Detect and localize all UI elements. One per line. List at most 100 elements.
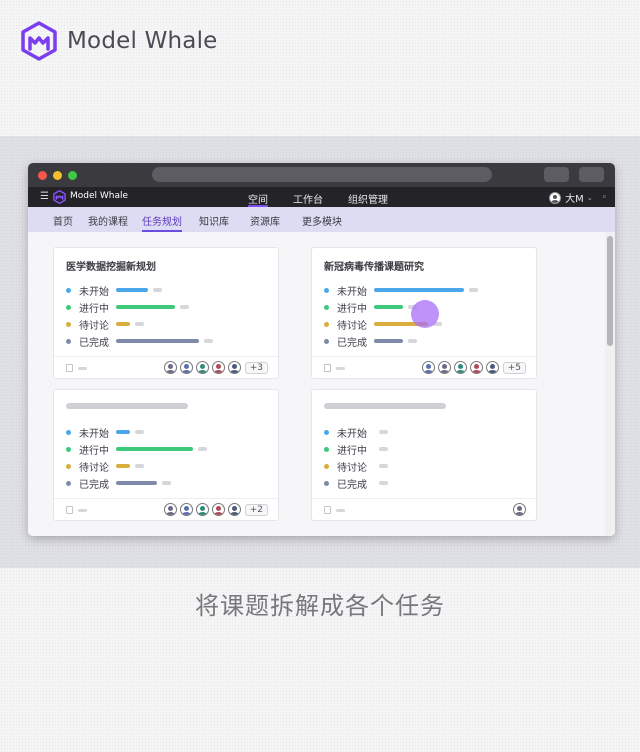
member-avatar bbox=[195, 361, 209, 374]
status-dot bbox=[66, 463, 71, 469]
member-avatar bbox=[469, 361, 483, 374]
status-label: 已完成 bbox=[79, 337, 109, 349]
tab-home[interactable]: 首页 bbox=[53, 213, 73, 232]
hamburger-icon[interactable]: ☰ bbox=[40, 191, 49, 202]
task-card[interactable]: 医学数据挖掘新规划 未开始 进行中 待讨论 已完成 +3 bbox=[53, 247, 279, 379]
status-row-not-started: 未开始 bbox=[66, 426, 144, 440]
top-nav-org-management[interactable]: 组织管理 bbox=[348, 187, 388, 207]
address-bar[interactable] bbox=[152, 167, 492, 182]
progress-bar bbox=[374, 288, 464, 292]
doc-count-placeholder bbox=[78, 509, 87, 512]
top-nav: 空间 工作台 组织管理 bbox=[248, 187, 413, 207]
status-label: 已完成 bbox=[337, 479, 367, 491]
status-dot bbox=[324, 338, 329, 344]
progress-bar bbox=[116, 339, 199, 343]
scrollbar-thumb[interactable] bbox=[607, 236, 613, 346]
status-dot bbox=[324, 463, 329, 469]
maximize-window-button[interactable] bbox=[68, 171, 77, 180]
count-placeholder bbox=[379, 430, 388, 434]
status-row-done: 已完成 bbox=[324, 477, 388, 491]
toolbar-button[interactable] bbox=[579, 167, 604, 182]
cursor-highlight bbox=[411, 300, 439, 328]
status-label: 进行中 bbox=[79, 303, 109, 315]
status-dot bbox=[66, 480, 71, 486]
minimize-window-button[interactable] bbox=[53, 171, 62, 180]
more-members-badge[interactable]: +5 bbox=[502, 361, 526, 374]
chevron-down-icon: ⌄ bbox=[586, 193, 593, 202]
status-dot bbox=[66, 304, 71, 310]
app-top-bar: ☰ Model Whale 空间 工作台 组织管理 大M ⌄ ◦ bbox=[28, 187, 615, 207]
count-placeholder bbox=[180, 305, 189, 309]
model-whale-logo-icon bbox=[21, 21, 57, 61]
status-dot bbox=[324, 287, 329, 293]
status-row-done: 已完成 bbox=[66, 335, 213, 349]
user-avatar bbox=[549, 191, 562, 204]
status-dot bbox=[66, 287, 71, 293]
member-avatars[interactable]: +2 bbox=[161, 503, 268, 516]
tab-my-courses[interactable]: 我的课程 bbox=[88, 213, 128, 232]
top-nav-workbench[interactable]: 工作台 bbox=[293, 187, 323, 207]
status-label: 已完成 bbox=[337, 337, 367, 349]
status-label: 进行中 bbox=[337, 303, 367, 315]
status-dot bbox=[324, 304, 329, 310]
member-avatar bbox=[179, 361, 193, 374]
progress-bar bbox=[374, 339, 403, 343]
member-avatars[interactable]: +5 bbox=[419, 361, 526, 374]
bell-icon[interactable]: ◦ bbox=[602, 193, 607, 203]
card-footer: +3 bbox=[54, 356, 278, 378]
browser-window: ☰ Model Whale 空间 工作台 组织管理 大M ⌄ ◦ 首页 我的课程… bbox=[28, 163, 615, 536]
status-dot bbox=[324, 446, 329, 452]
top-nav-space[interactable]: 空间 bbox=[248, 187, 268, 207]
member-avatars[interactable] bbox=[510, 503, 526, 516]
module-tabs: 首页 我的课程 任务规划 知识库 资源库 更多模块 bbox=[28, 207, 615, 232]
status-row-not-started: 未开始 bbox=[66, 284, 162, 298]
status-label: 待讨论 bbox=[79, 320, 109, 332]
document-icon bbox=[324, 364, 331, 372]
app-logo-icon bbox=[53, 190, 66, 204]
progress-bar bbox=[116, 464, 130, 468]
document-icon bbox=[66, 506, 73, 514]
card-footer: +5 bbox=[312, 356, 536, 378]
progress-bar bbox=[116, 288, 148, 292]
user-menu[interactable]: 大M ⌄ ◦ bbox=[549, 190, 607, 205]
status-dot bbox=[324, 429, 329, 435]
member-avatars[interactable]: +3 bbox=[161, 361, 268, 374]
count-placeholder bbox=[198, 447, 207, 451]
status-label: 未开始 bbox=[337, 286, 367, 298]
vertical-scrollbar[interactable] bbox=[605, 232, 615, 536]
card-title-placeholder bbox=[324, 403, 446, 409]
status-dot bbox=[66, 429, 71, 435]
status-row-in-progress: 进行中 bbox=[66, 301, 189, 315]
tab-knowledge-base[interactable]: 知识库 bbox=[199, 213, 229, 232]
count-placeholder bbox=[379, 447, 388, 451]
toolbar-button[interactable] bbox=[544, 167, 569, 182]
status-label: 待讨论 bbox=[337, 320, 367, 332]
brand-header: Model Whale bbox=[21, 21, 218, 61]
progress-bar bbox=[116, 447, 193, 451]
more-members-badge[interactable]: +2 bbox=[244, 503, 268, 516]
status-row-done: 已完成 bbox=[66, 477, 171, 491]
status-dot bbox=[66, 338, 71, 344]
tab-more-modules[interactable]: 更多模块 bbox=[302, 213, 342, 232]
doc-count-placeholder bbox=[78, 367, 87, 370]
tab-resource-library[interactable]: 资源库 bbox=[250, 213, 280, 232]
member-avatar bbox=[227, 361, 241, 374]
count-placeholder bbox=[162, 481, 171, 485]
status-dot bbox=[66, 446, 71, 452]
task-card[interactable]: 未开始 进行中 待讨论 已完成 bbox=[53, 389, 279, 521]
status-label: 未开始 bbox=[79, 428, 109, 440]
status-label: 进行中 bbox=[79, 445, 109, 457]
close-window-button[interactable] bbox=[38, 171, 47, 180]
status-dot bbox=[66, 321, 71, 327]
doc-count-placeholder bbox=[336, 367, 345, 370]
tab-task-planning[interactable]: 任务规划 bbox=[142, 213, 182, 232]
more-members-badge[interactable]: +3 bbox=[244, 361, 268, 374]
status-label: 进行中 bbox=[337, 445, 367, 457]
status-label: 待讨论 bbox=[337, 462, 367, 474]
count-placeholder bbox=[153, 288, 162, 292]
status-row-in-progress: 进行中 bbox=[66, 443, 207, 457]
card-title-placeholder bbox=[66, 403, 188, 409]
task-card[interactable]: 未开始 进行中 待讨论 已完成 bbox=[311, 389, 537, 521]
count-placeholder bbox=[408, 339, 417, 343]
status-row-in-progress: 进行中 bbox=[324, 301, 417, 315]
